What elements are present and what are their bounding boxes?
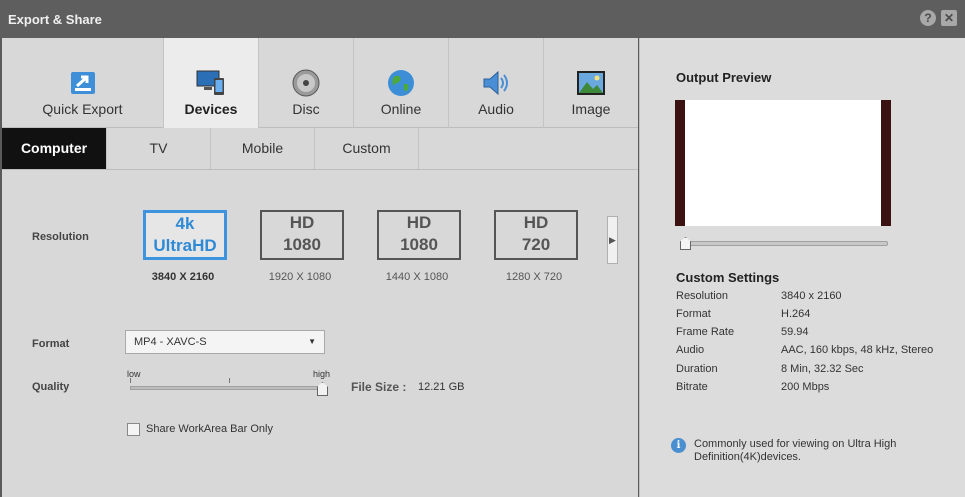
export-panel: Quick Export Devices Disc Online Audio I… — [2, 38, 638, 497]
resolution-line1: HD — [289, 213, 315, 232]
resolution-line1: HD — [523, 213, 549, 232]
resolution-line2: 1080 — [400, 235, 438, 254]
info-icon: i — [671, 438, 686, 453]
resolution-option-hd1080-full[interactable]: HD 1080 — [260, 210, 344, 260]
settings-key: Resolution — [676, 290, 728, 302]
resolution-line2: 1080 — [283, 235, 321, 254]
format-label: Format — [32, 338, 70, 350]
tab-devices[interactable]: Devices — [164, 38, 259, 128]
subtab-computer[interactable]: Computer — [2, 128, 107, 169]
subtab-custom[interactable]: Custom — [315, 128, 419, 169]
format-value: MP4 - XAVC-S — [134, 336, 207, 348]
preview-image — [685, 100, 881, 226]
settings-key: Frame Rate — [676, 326, 735, 338]
custom-settings-title: Custom Settings — [676, 270, 780, 285]
resolution-line1: 4k — [175, 214, 195, 233]
resolution-line2: UltraHD — [153, 236, 217, 255]
settings-value: 3840 x 2160 — [781, 290, 842, 302]
tab-image[interactable]: Image — [544, 38, 638, 128]
settings-key: Duration — [676, 363, 718, 375]
settings-key: Bitrate — [676, 381, 708, 393]
close-button[interactable]: ✕ — [941, 10, 957, 26]
quality-slider-track[interactable] — [130, 386, 326, 390]
disc-icon — [292, 69, 320, 97]
tab-audio[interactable]: Audio — [449, 38, 544, 128]
globe-icon — [388, 70, 414, 96]
speaker-icon — [483, 70, 508, 96]
workarea-checkbox-label[interactable]: Share WorkArea Bar Only — [146, 423, 273, 435]
format-dropdown[interactable]: MP4 - XAVC-S ▼ — [125, 330, 325, 354]
resolution-option-4k[interactable]: 4k UltraHD — [143, 210, 227, 260]
settings-key: Audio — [676, 344, 705, 356]
settings-value: AAC, 160 kbps, 48 kHz, Stereo — [781, 344, 934, 356]
output-preview-title: Output Preview — [676, 70, 772, 85]
devices-icon — [196, 70, 224, 95]
settings-value: 8 Min, 32.32 Sec — [781, 363, 864, 375]
info-text: Commonly used for viewing on Ultra High … — [694, 438, 897, 463]
quality-label: Quality — [32, 381, 70, 393]
output-preview-frame — [675, 100, 891, 226]
tab-label: Audio — [478, 101, 514, 117]
tab-quick-export[interactable]: Quick Export — [2, 38, 164, 128]
resolution-option-hd1080-anamorphic[interactable]: HD 1080 — [377, 210, 461, 260]
preview-panel: Output Preview Custom Settings Resolutio… — [639, 38, 965, 497]
category-tabs: Quick Export Devices Disc Online Audio I… — [2, 38, 638, 128]
settings-value: 200 Mbps — [781, 381, 830, 393]
file-size-value: 12.21 GB — [418, 381, 465, 393]
settings-value: 59.94 — [781, 326, 809, 338]
resolution-line2: 720 — [521, 235, 551, 254]
resolution-next-button[interactable]: ▶ — [607, 216, 618, 264]
resolution-label: Resolution — [32, 231, 89, 243]
tab-label: Devices — [184, 101, 238, 117]
tab-label: Disc — [292, 101, 320, 117]
resolution-option-hd720[interactable]: HD 720 — [494, 210, 578, 260]
window-title: Export & Share — [8, 12, 102, 27]
chevron-right-icon: ▶ — [609, 235, 616, 245]
subtab-tv[interactable]: TV — [107, 128, 211, 169]
file-size-label: File Size : — [351, 380, 407, 394]
tab-label: Online — [380, 101, 422, 117]
resolution-caption: 1440 X 1080 — [385, 271, 449, 283]
settings-value: H.264 — [781, 308, 811, 320]
resolution-line1: HD — [406, 213, 432, 232]
quality-tick — [130, 378, 131, 383]
resolution-caption: 1920 X 1080 — [268, 271, 332, 283]
dropdown-arrow-icon: ▼ — [308, 337, 316, 346]
settings-key: Format — [676, 308, 711, 320]
help-button[interactable]: ? — [920, 10, 936, 26]
tab-online[interactable]: Online — [354, 38, 449, 128]
preview-scrubber-thumb[interactable] — [680, 237, 691, 250]
quality-tick — [229, 378, 230, 383]
picture-icon — [577, 71, 605, 95]
quick-export-icon — [70, 72, 95, 94]
quality-high-label: high — [313, 369, 331, 379]
workarea-checkbox[interactable] — [127, 423, 140, 436]
tab-label: Quick Export — [42, 101, 123, 117]
resolution-caption: 3840 X 2160 — [151, 271, 215, 283]
quality-slider-thumb[interactable] — [317, 382, 328, 396]
tab-disc[interactable]: Disc — [259, 38, 354, 128]
tab-label: Image — [571, 101, 611, 117]
resolution-caption: 1280 X 720 — [505, 271, 563, 283]
subtab-mobile[interactable]: Mobile — [211, 128, 315, 169]
device-subtabs: Computer TV Mobile Custom — [2, 128, 638, 170]
preview-scrubber-track[interactable] — [680, 241, 888, 246]
title-bar: Export & Share ? ✕ — [0, 0, 965, 38]
